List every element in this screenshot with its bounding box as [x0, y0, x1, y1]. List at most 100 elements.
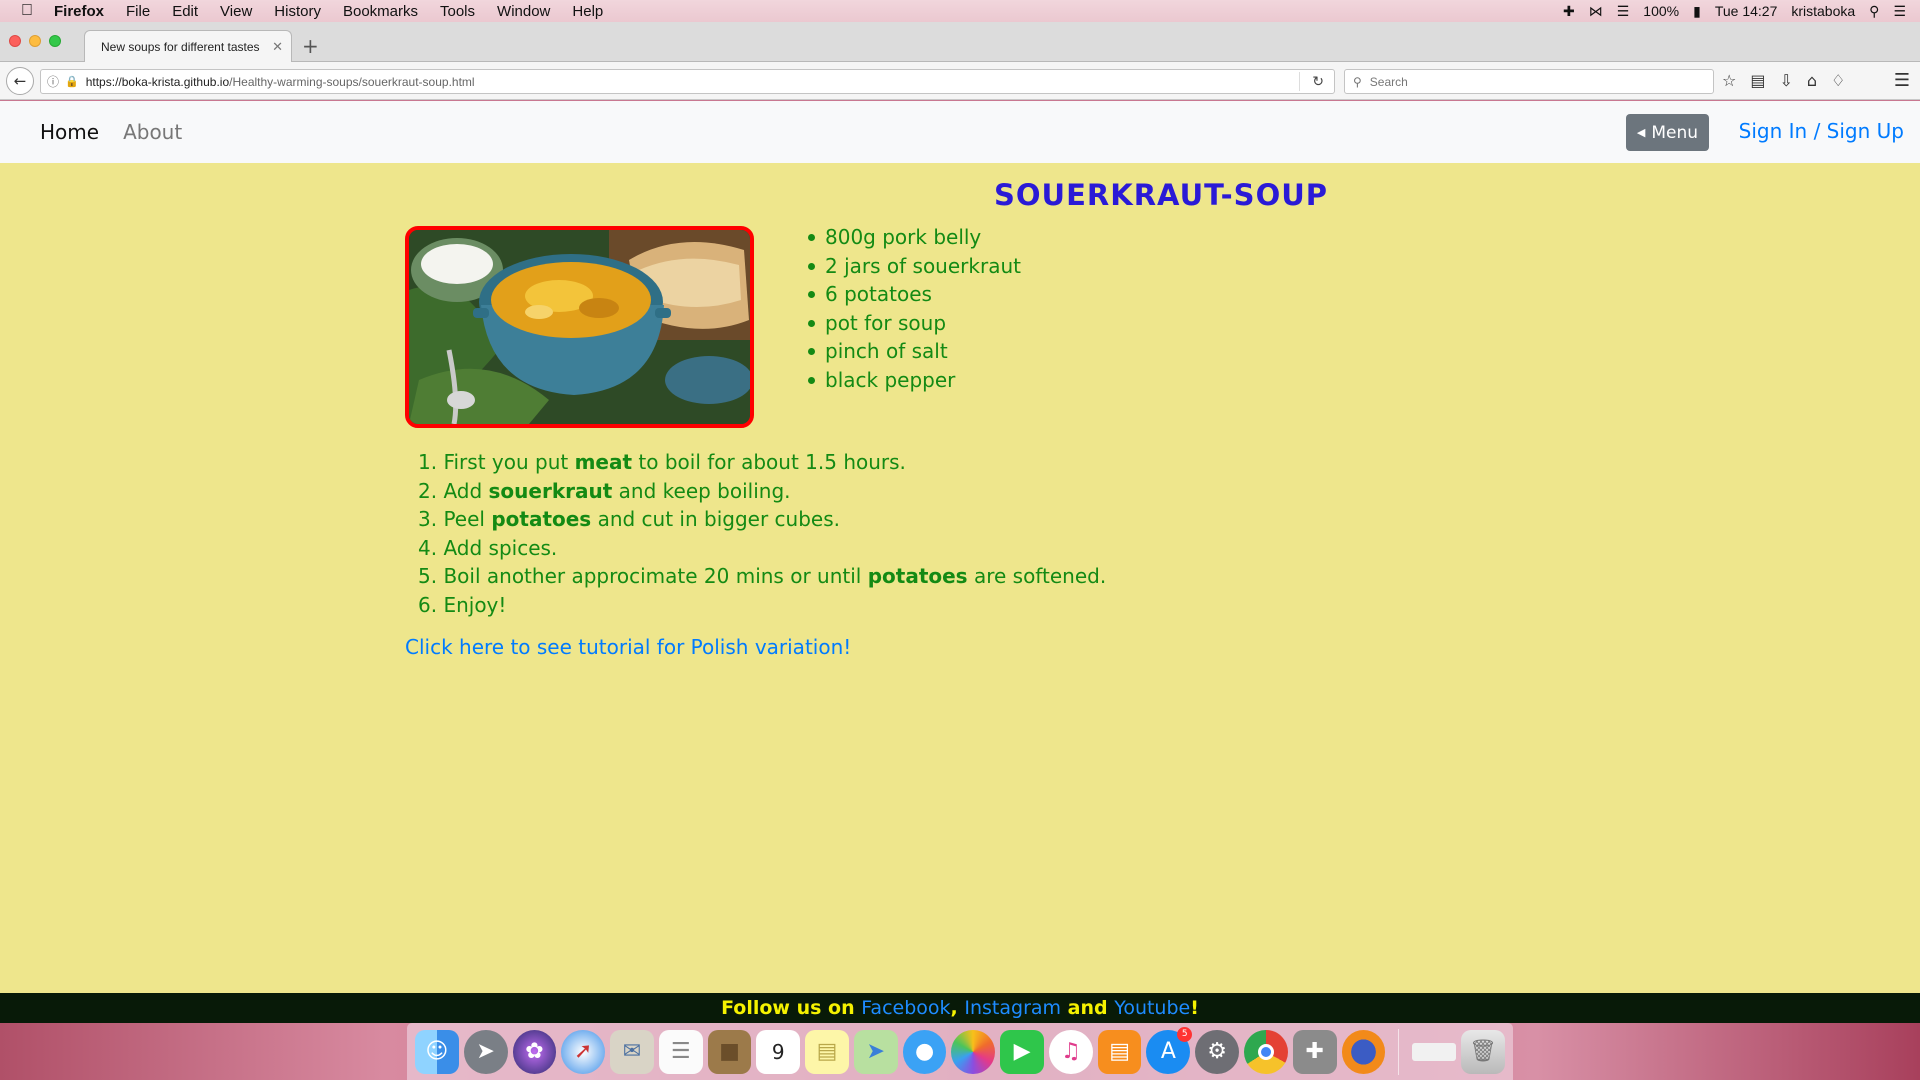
step-bold: potatoes	[491, 507, 592, 532]
step-text: Add spices.	[443, 535, 558, 560]
clock[interactable]: Tue 14:27	[1715, 3, 1778, 19]
notification-center-icon[interactable]: ☰	[1893, 3, 1906, 20]
steps-list: 1. First you put meat to boil for about …	[418, 448, 1106, 620]
utility-icon[interactable]: ✚	[1292, 1029, 1337, 1074]
ingredient-item: 2 jars of souerkraut	[808, 252, 1021, 281]
menu-tools[interactable]: Tools	[429, 3, 486, 20]
step-number: 5.	[418, 564, 438, 589]
step-item: 1. First you put meat to boil for about …	[418, 448, 1106, 477]
step-number: 4.	[418, 535, 438, 560]
app-store-icon[interactable]: A5	[1146, 1026, 1193, 1074]
instagram-link[interactable]: Instagram	[964, 997, 1061, 1019]
search-placeholder: Search	[1369, 74, 1408, 89]
menu-file[interactable]: File	[115, 3, 161, 20]
close-window-button[interactable]	[9, 35, 21, 47]
firefox-icon[interactable]	[1341, 1029, 1386, 1074]
facebook-link[interactable]: Facebook	[861, 997, 950, 1019]
search-field[interactable]: ⚲ Search	[1344, 69, 1714, 94]
step-text: Enjoy!	[443, 592, 507, 617]
menu-help[interactable]: Help	[561, 3, 614, 20]
menu-bookmarks[interactable]: Bookmarks	[332, 3, 429, 20]
bluetooth-icon[interactable]: ⋈	[1589, 3, 1603, 20]
itunes-icon[interactable]: ♫	[1048, 1029, 1093, 1074]
nav-home-link[interactable]: Home	[40, 120, 99, 144]
footer-and: and	[1061, 997, 1115, 1019]
lock-icon[interactable]: 🔒	[65, 75, 79, 88]
minimize-window-button[interactable]	[29, 35, 41, 47]
wifi-icon[interactable]: ☰	[1617, 3, 1630, 20]
zoom-window-button[interactable]	[49, 35, 61, 47]
safari-icon[interactable]: ➚	[561, 1029, 606, 1074]
sign-in-link[interactable]: Sign In / Sign Up	[1739, 119, 1904, 143]
web-page: Home About ◀ Menu Sign In / Sign Up SOUE…	[0, 101, 1920, 993]
url-bar-divider	[1299, 72, 1300, 91]
info-icon[interactable]: ⓘ	[47, 73, 59, 90]
new-tab-icon[interactable]: +	[302, 34, 319, 58]
step-text: are softened.	[967, 564, 1107, 589]
youtube-link[interactable]: Youtube	[1114, 997, 1190, 1019]
reminders-icon[interactable]: ☰	[658, 1029, 703, 1074]
menu-window[interactable]: Window	[486, 3, 561, 20]
ingredient-item: black pepper	[808, 366, 1021, 395]
app-store-badge: 5	[1177, 1026, 1193, 1042]
user-name[interactable]: kristaboka	[1791, 3, 1855, 19]
contacts-icon[interactable]: ■	[707, 1029, 752, 1074]
apple-icon[interactable]: 	[0, 2, 54, 20]
step-number: 3.	[418, 507, 438, 532]
site-navbar: Home About ◀ Menu Sign In / Sign Up	[0, 101, 1920, 163]
mac-menubar:  Firefox File Edit View History Bookmar…	[0, 0, 1920, 22]
menu-history[interactable]: History	[263, 3, 332, 20]
nav-about-link[interactable]: About	[123, 120, 182, 144]
siri-icon[interactable]: ✿	[512, 1029, 557, 1074]
extension-icon[interactable]: ✚	[1563, 3, 1575, 20]
finder-icon[interactable]: ☺	[415, 1029, 459, 1074]
home-icon[interactable]: ⌂	[1807, 71, 1817, 90]
close-tab-icon[interactable]: ✕	[272, 39, 283, 55]
step-bold: souerkraut	[488, 478, 613, 503]
launchpad-icon[interactable]: ➤	[463, 1029, 508, 1074]
back-arrow-icon[interactable]: ←	[6, 67, 34, 95]
step-number: 2.	[418, 478, 438, 503]
maps-icon[interactable]: ➤	[853, 1029, 898, 1074]
ingredient-item: 6 potatoes	[808, 280, 1021, 309]
chrome-icon[interactable]	[1244, 1029, 1288, 1074]
tutorial-link[interactable]: Click here to see tutorial for Polish va…	[405, 635, 851, 659]
spotlight-search-icon[interactable]: ⚲	[1869, 3, 1879, 20]
step-number: 1.	[418, 450, 438, 474]
messages-icon[interactable]: ●	[902, 1029, 947, 1074]
step-item: 2. Add souerkraut and keep boiling.	[418, 477, 1106, 506]
mail-icon[interactable]: ✉	[610, 1029, 654, 1074]
calendar-icon[interactable]: 9	[756, 1029, 801, 1074]
ibooks-icon[interactable]: ▤	[1097, 1029, 1142, 1074]
ingredients-list: 800g pork belly 2 jars of souerkraut 6 p…	[808, 223, 1021, 394]
browser-tab[interactable]: New soups for different tastes ✕	[84, 30, 292, 62]
ingredient-item: pinch of salt	[808, 337, 1021, 366]
trash-icon[interactable]: 🗑	[1461, 1029, 1505, 1074]
photos-icon[interactable]	[951, 1029, 996, 1074]
step-text: and cut in bigger cubes.	[591, 507, 840, 532]
step-item: 5. Boil another approcimate 20 mins or u…	[418, 562, 1106, 591]
bookmark-star-icon[interactable]: ☆	[1722, 71, 1736, 90]
step-text: Peel	[443, 507, 492, 532]
step-text: and keep boiling.	[612, 478, 791, 503]
step-bold: meat	[574, 450, 633, 474]
library-icon[interactable]: ▤	[1750, 71, 1765, 90]
pocket-icon[interactable]: ♢	[1831, 71, 1845, 90]
step-item: 3. Peel potatoes and cut in bigger cubes…	[418, 505, 1106, 534]
download-icon[interactable]: ⇩	[1779, 71, 1792, 90]
url-domain: https://boka-krista.github.io	[85, 74, 230, 89]
reload-icon[interactable]: ↻	[1312, 73, 1324, 90]
url-bar[interactable]: ⓘ 🔒 https://boka-krista.github.io/Health…	[40, 69, 1335, 94]
battery-icon[interactable]: ▮	[1693, 3, 1701, 20]
facetime-icon[interactable]: ▶	[1000, 1029, 1044, 1074]
app-menu[interactable]: Firefox	[54, 3, 115, 20]
menu-view[interactable]: View	[209, 3, 263, 20]
menu-button[interactable]: ◀ Menu	[1626, 114, 1709, 151]
battery-percent[interactable]: 100%	[1643, 3, 1679, 19]
menu-edit[interactable]: Edit	[161, 3, 209, 20]
notes-icon[interactable]: ▤	[805, 1029, 849, 1074]
system-preferences-icon[interactable]: ⚙	[1195, 1029, 1240, 1074]
minimized-window-icon[interactable]	[1412, 1042, 1457, 1061]
tab-title: New soups for different tastes	[101, 40, 260, 54]
hamburger-menu-icon[interactable]: ☰	[1894, 70, 1910, 91]
